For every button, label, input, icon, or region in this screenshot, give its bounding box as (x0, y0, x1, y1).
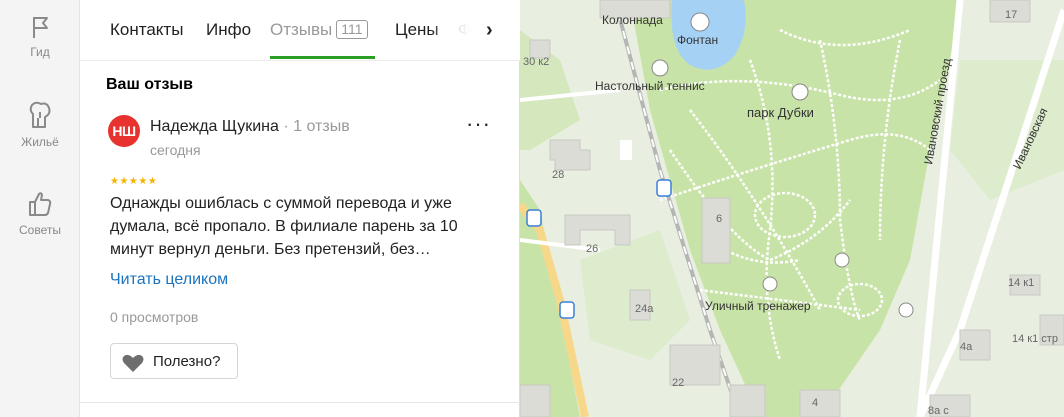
active-tab-indicator (270, 56, 375, 59)
left-rail: Гид Жильё Советы (0, 0, 80, 417)
house-number: 4 (812, 397, 818, 409)
park-icon[interactable] (791, 83, 809, 101)
house-number: 24а (635, 303, 654, 315)
playground-icon[interactable] (834, 252, 850, 268)
tabs-bar: Контакты Инфо Отзывы111 Цены Ф › (80, 0, 520, 61)
rail-item-label: Жильё (21, 135, 59, 149)
more-options-icon[interactable]: ··· (466, 113, 490, 138)
author-review-count[interactable]: 1 отзыв (293, 118, 350, 135)
avatar[interactable]: НШ (108, 115, 140, 147)
section-title: Ваш отзыв (106, 76, 193, 93)
house-number: 17 (1005, 9, 1017, 21)
label-tennis[interactable]: Настольный теннис (595, 79, 705, 93)
map[interactable]: Колоннада Фонтан Настольный теннис парк … (520, 0, 1064, 417)
house-number: 14 к1 (1008, 277, 1034, 289)
rail-item-label: Гид (30, 45, 50, 59)
rail-item-housing[interactable]: Жильё (0, 100, 80, 149)
bus-stop-icon[interactable] (526, 209, 542, 227)
church-icon[interactable] (898, 302, 914, 318)
house-number: 28 (552, 169, 564, 181)
colonnade-icon[interactable] (690, 12, 710, 32)
divider (80, 402, 520, 403)
tab-contacts[interactable]: Контакты (110, 20, 183, 40)
tab-info[interactable]: Инфо (206, 20, 251, 40)
house-number: 26 (586, 243, 598, 255)
rail-item-label: Советы (19, 223, 61, 237)
label-colonnade[interactable]: Колоннада (602, 13, 663, 27)
house-number: 30 к2 (523, 56, 549, 68)
heart-icon (122, 354, 144, 372)
useful-label: Полезно? (153, 353, 221, 370)
sign-marker (620, 140, 632, 160)
flag-icon (33, 17, 48, 38)
house-number: 4а (960, 341, 973, 353)
review-text: Однажды ошиблась с суммой перевода и уже… (110, 195, 458, 258)
tabs-fade (430, 0, 520, 60)
review-author: Надежда Щукина · 1 отзыв (150, 118, 350, 136)
rail-item-tips[interactable]: Советы (0, 190, 80, 237)
map-canvas[interactable]: Колоннада Фонтан Настольный теннис парк … (520, 0, 1064, 417)
thumbs-up-icon (29, 192, 52, 216)
house-number: 6 (716, 213, 722, 225)
views-count: 0 просмотров (110, 309, 199, 325)
building-icon (29, 101, 51, 128)
place-panel: Контакты Инфо Отзывы111 Цены Ф › Ваш отз… (80, 0, 520, 417)
tab-reviews[interactable]: Отзывы 111 (270, 20, 368, 40)
gym-icon[interactable] (762, 276, 778, 292)
house-number: 14 к1 стр (1012, 333, 1058, 345)
house-number: 22 (672, 377, 684, 389)
rail-item-guide[interactable]: Гид (0, 14, 80, 59)
author-name[interactable]: Надежда Щукина (150, 118, 279, 135)
tab-reviews-label: Отзывы (270, 20, 333, 39)
label-fountain[interactable]: Фонтан (677, 33, 718, 47)
label-park[interactable]: парк Дубки (747, 105, 814, 120)
chevron-right-icon[interactable]: › (486, 20, 493, 40)
rating-stars: ★★★★★ (110, 176, 158, 187)
bus-stop-icon[interactable] (656, 179, 672, 197)
read-more-link[interactable]: Читать целиком (110, 271, 228, 289)
reviews-count-badge: 111 (336, 20, 368, 39)
author-dot: · (283, 118, 294, 135)
useful-button[interactable]: Полезно? (110, 343, 238, 379)
tennis-icon[interactable] (651, 59, 669, 77)
review-date: сегодня (150, 142, 201, 158)
house-number: 8а с (928, 405, 949, 417)
bus-stop-icon[interactable] (559, 301, 575, 319)
label-gym[interactable]: Уличный тренажер (705, 299, 811, 313)
